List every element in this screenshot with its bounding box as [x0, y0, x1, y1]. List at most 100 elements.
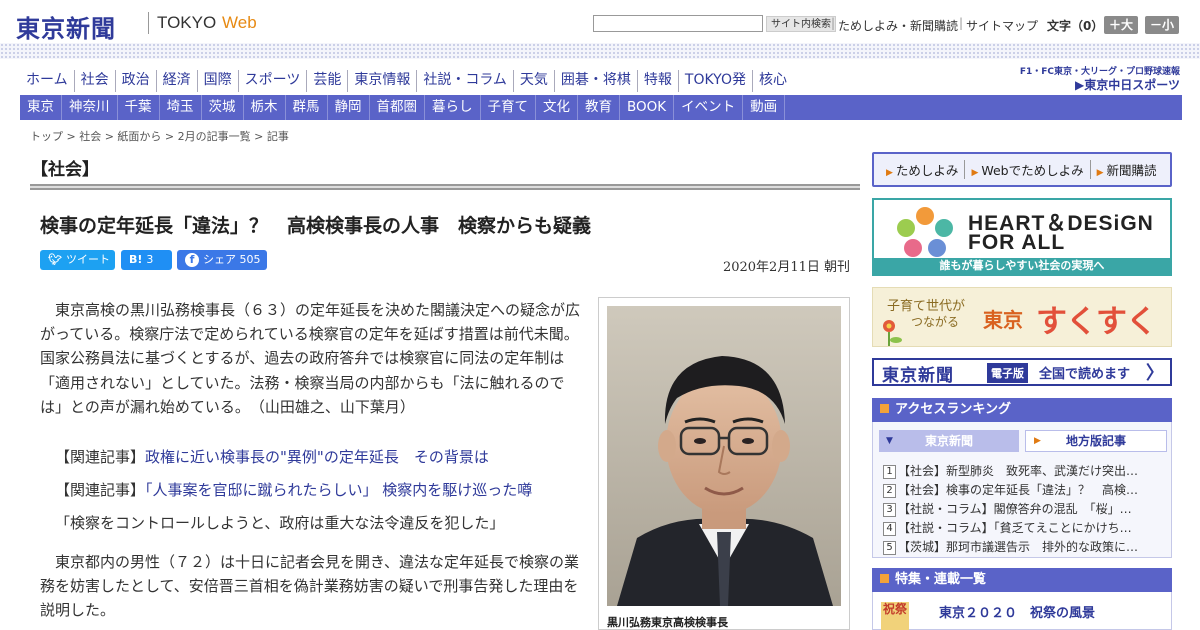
square-bullet-icon: [880, 404, 889, 413]
facebook-share-button[interactable]: f シェア 505: [177, 250, 267, 270]
feature-item-link[interactable]: 東京２０２０ 祝祭の風景: [939, 602, 1095, 621]
font-bigger-button[interactable]: ＋大: [1104, 16, 1139, 34]
region-nav-item[interactable]: 暮らし: [425, 95, 481, 120]
region-nav: 東京 神奈川 千葉 埼玉 茨城 栃木 群馬 静岡 首都圏 暮らし 子育て 文化 教育 BOOK イベント 動画: [20, 95, 1182, 120]
chunichi-sports-banner[interactable]: F1・FC東京・大リーグ・プロ野球速報 ▶東京中日スポーツ: [1014, 64, 1180, 92]
header-pattern: [0, 43, 1200, 59]
article-lead: 東京高検の黒川弘務検事長（６３）の定年延長を決めた閣議決定への疑念が広がっている…: [40, 298, 585, 419]
logo-web-text[interactable]: Web: [222, 13, 257, 33]
digital-badge: 電子版: [987, 363, 1028, 383]
rank-number: 1: [883, 465, 896, 479]
search-input[interactable]: [593, 15, 763, 32]
related-link-1[interactable]: 政権に近い検事長の"異例"の定年延長 その背景は: [145, 448, 489, 466]
feature-thumbnail[interactable]: 祝祭: [881, 602, 909, 630]
facebook-icon: f: [185, 253, 199, 267]
subscribe-box: ▶ ためしよみ ▶ Webでためしよみ ▶ 新聞購読: [872, 152, 1172, 187]
main-nav-item[interactable]: ホーム: [20, 70, 75, 92]
sukusuku-banner[interactable]: 子育て世代が つながる 東京 すくすく: [872, 287, 1172, 347]
logo-tokyo-text[interactable]: TOKYO: [157, 13, 216, 33]
ranking-item[interactable]: 5 【茨城】那珂市議選告示 排外的な政策に…: [883, 538, 1165, 555]
main-nav-item[interactable]: TOKYO発: [679, 70, 753, 92]
rank-number: 4: [883, 522, 896, 536]
region-nav-item[interactable]: 動画: [743, 95, 786, 120]
feature-panel: 祝祭 東京２０２０ 祝祭の風景: [872, 592, 1172, 630]
ranking-item[interactable]: 4 【社説・コラム】「貧乏てえことにかけち…: [883, 519, 1165, 536]
trial-link[interactable]: ▶ ためしよみ: [880, 160, 966, 179]
region-nav-item[interactable]: 千葉: [118, 95, 160, 120]
trial-subscribe-link[interactable]: ためしよみ・新聞購読: [838, 17, 958, 34]
web-trial-label: Webでためしよみ: [981, 163, 1084, 178]
ranking-item[interactable]: 2 【社会】検事の定年延長「違法」？ 高検…: [883, 481, 1165, 498]
font-smaller-button[interactable]: －小: [1145, 16, 1180, 34]
region-nav-item[interactable]: 群馬: [286, 95, 328, 120]
rank-text: 【社説・コラム】「貧乏てえことにかけち…: [898, 521, 1132, 535]
lead-paragraph: 東京高検の黒川弘務検事長（６３）の定年延長を決めた閣議決定への疑念が広がっている…: [40, 301, 581, 416]
main-nav-item[interactable]: 囲碁・将棋: [555, 70, 638, 92]
share-label: シェア: [203, 253, 236, 266]
main-nav-item[interactable]: 特報: [638, 70, 679, 92]
sukusuku-subtitle: 子育て世代が: [887, 299, 966, 314]
search-button[interactable]: サイト内検索: [766, 16, 836, 32]
article-photo[interactable]: [607, 306, 841, 606]
site-logo[interactable]: 東京新聞: [16, 9, 116, 44]
main-nav-item[interactable]: 社説・コラム: [417, 70, 514, 92]
region-nav-item[interactable]: BOOK: [620, 95, 675, 120]
main-nav-item[interactable]: スポーツ: [239, 70, 308, 92]
heart-design-subtitle: FOR ALL: [968, 231, 1066, 254]
region-nav-item[interactable]: 教育: [578, 95, 620, 120]
region-nav-item[interactable]: イベント: [674, 95, 744, 120]
region-nav-item[interactable]: 文化: [536, 95, 578, 120]
heart-design-banner[interactable]: HEART＆DESiGN FOR ALL 誰もが暮らしやすい社会の実現へ: [872, 198, 1172, 276]
font-size-label: 文字（0）: [1047, 19, 1104, 33]
sukusuku-tokyo: 東京: [983, 308, 1023, 332]
region-nav-item[interactable]: 栃木: [244, 95, 286, 120]
region-nav-item[interactable]: 埼玉: [160, 95, 202, 120]
digital-logo: 東京新聞: [882, 366, 954, 386]
main-nav-item[interactable]: 核心: [753, 70, 793, 92]
flower-logo-icon: [897, 207, 953, 257]
sports-banner-title: ▶東京中日スポーツ: [1075, 78, 1180, 92]
ranking-item[interactable]: 1 【社会】新型肺炎 致死率、武漢だけ突出…: [883, 462, 1165, 479]
region-nav-item[interactable]: 東京: [20, 95, 62, 120]
related-link-2[interactable]: 「人事案を官邸に蹴られたらしい」 検察内を駆け巡った噂: [145, 481, 532, 499]
sitemap-link[interactable]: サイトマップ: [966, 17, 1038, 34]
hatena-bookmark-button[interactable]: B! 3: [121, 250, 172, 270]
rank-text: 【社会】検事の定年延長「違法」？ 高検…: [898, 483, 1139, 497]
feature-section-title: 特集・連載一覧: [895, 572, 987, 587]
region-nav-item[interactable]: 茨城: [202, 95, 244, 120]
main-nav-item[interactable]: 芸能: [307, 70, 349, 92]
main-nav-item[interactable]: 国際: [198, 70, 239, 92]
subscribe-link[interactable]: ▶ 新聞購読: [1091, 160, 1163, 179]
site-header: 東京新聞 TOKYO Web サイト内検索 | ためしよみ・新聞購読 | サイト…: [0, 0, 1200, 44]
digital-text: 全国で読めます: [1039, 367, 1131, 382]
header-separator: |: [831, 16, 836, 30]
section-label: 【社会】: [31, 160, 99, 180]
rank-number: 3: [883, 503, 896, 517]
main-nav-item[interactable]: 天気: [514, 70, 555, 92]
triangle-down-icon: ▼: [886, 436, 893, 446]
region-nav-item[interactable]: 神奈川: [62, 95, 118, 120]
main-nav-item[interactable]: 東京情報: [348, 70, 418, 92]
digital-edition-banner[interactable]: 東京新聞 電子版 全国で読めます 〉: [872, 358, 1172, 386]
main-nav-item[interactable]: 政治: [116, 70, 157, 92]
body-paragraph: 東京都内の男性（７２）は十日に記者会見を開き、違法な定年延長で検察の業務を妨害し…: [40, 553, 579, 620]
flower-icon: [883, 320, 902, 346]
square-bullet-icon: [880, 574, 889, 583]
tab-tokyo-shimbun[interactable]: ▼ 東京新聞: [879, 430, 1019, 452]
tweet-button[interactable]: 🐦︎ ツイート: [40, 250, 115, 270]
region-nav-item[interactable]: 静岡: [328, 95, 370, 120]
article-title: 検事の定年延長「違法」？ 高検検事長の人事 検察からも疑義: [40, 215, 592, 237]
tab-local-articles[interactable]: ▶ 地方版記事: [1025, 430, 1167, 452]
main-nav-item[interactable]: 社会: [75, 70, 116, 92]
portrait-image: [607, 306, 841, 606]
main-nav-item[interactable]: 経済: [157, 70, 198, 92]
related-prefix: 【関連記事】: [55, 448, 146, 466]
web-trial-link[interactable]: ▶ Webでためしよみ: [965, 160, 1091, 179]
breadcrumb[interactable]: トップ > 社会 > 紙面から > 2月の記事一覧 > 記事: [30, 128, 289, 144]
article-body: 東京都内の男性（７２）は十日に記者会見を開き、違法な定年延長で検察の業務を妨害し…: [40, 550, 585, 623]
ranking-panel: ▼ 東京新聞 ▶ 地方版記事 1 【社会】新型肺炎 致死率、武漢だけ突出… 2 【社会】検…: [872, 422, 1172, 558]
region-nav-item[interactable]: 首都圏: [370, 95, 425, 120]
tab-tokyo-label: 東京新聞: [924, 434, 973, 448]
region-nav-item[interactable]: 子育て: [481, 95, 536, 120]
ranking-item[interactable]: 3 【社説・コラム】閣僚答弁の混乱 「桜」…: [883, 500, 1165, 517]
